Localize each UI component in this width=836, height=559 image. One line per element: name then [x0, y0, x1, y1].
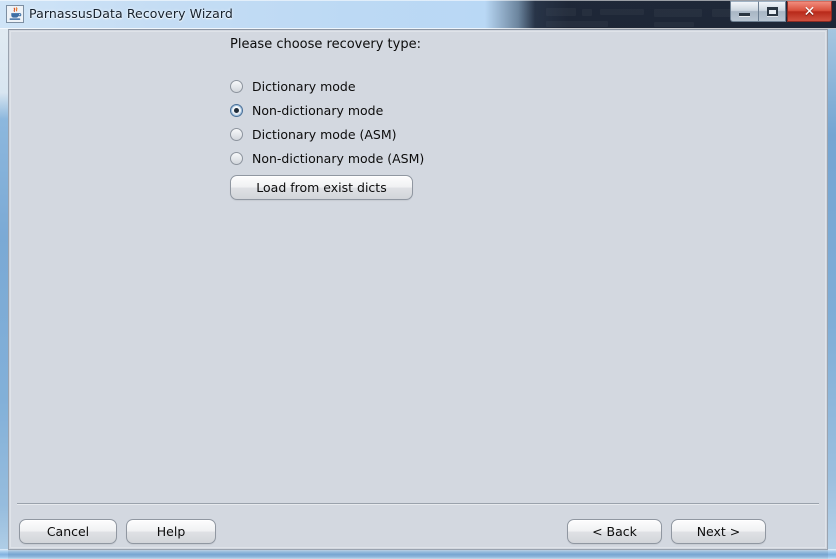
caption-button-group: ✕: [730, 1, 832, 22]
next-button[interactable]: Next >: [671, 519, 766, 544]
title-bar[interactable]: ParnassusData Recovery Wizard ✕: [0, 0, 836, 29]
load-from-exist-dicts-button[interactable]: Load from exist dicts: [230, 175, 413, 200]
java-coffee-cup-icon: [6, 5, 24, 23]
radio-option-dictionary-mode[interactable]: Dictionary mode: [230, 74, 560, 98]
close-icon: ✕: [803, 3, 816, 20]
radio-unchecked-icon: [230, 127, 243, 141]
window-frame-left-edge[interactable]: [0, 29, 8, 559]
window-frame-right-edge[interactable]: [828, 29, 836, 559]
page-heading: Please choose recovery type:: [230, 37, 421, 52]
wizard-footer: Cancel Help < Back Next >: [9, 504, 827, 549]
minimize-icon: [739, 13, 750, 16]
application-window: ParnassusData Recovery Wizard ✕ Please c…: [0, 0, 836, 559]
minimize-button[interactable]: [730, 1, 758, 22]
radio-option-label: Non-dictionary mode: [252, 102, 384, 118]
radio-option-label: Non-dictionary mode (ASM): [252, 150, 425, 166]
recovery-type-radio-group: Dictionary mode Non-dictionary mode Dict…: [230, 74, 560, 170]
radio-checked-icon: [230, 103, 243, 117]
radio-unchecked-icon: [230, 151, 243, 165]
maximize-icon: [766, 7, 778, 16]
maximize-button[interactable]: [758, 1, 786, 22]
radio-option-non-dictionary-mode-asm[interactable]: Non-dictionary mode (ASM): [230, 146, 560, 170]
wizard-content-panel: Please choose recovery type: Dictionary …: [9, 30, 827, 504]
radio-option-label: Dictionary mode (ASM): [252, 126, 397, 142]
help-button[interactable]: Help: [126, 519, 216, 544]
close-button[interactable]: ✕: [787, 1, 832, 22]
back-button[interactable]: < Back: [567, 519, 662, 544]
client-area: Please choose recovery type: Dictionary …: [8, 29, 828, 550]
radio-unchecked-icon: [230, 79, 243, 93]
title-bar-top-highlight: [0, 0, 836, 1]
radio-option-dictionary-mode-asm[interactable]: Dictionary mode (ASM): [230, 122, 560, 146]
window-frame-bottom-edge[interactable]: [0, 549, 836, 559]
radio-option-non-dictionary-mode[interactable]: Non-dictionary mode: [230, 98, 560, 122]
radio-option-label: Dictionary mode: [252, 78, 356, 94]
window-title: ParnassusData Recovery Wizard: [29, 6, 233, 21]
cancel-button[interactable]: Cancel: [19, 519, 117, 544]
